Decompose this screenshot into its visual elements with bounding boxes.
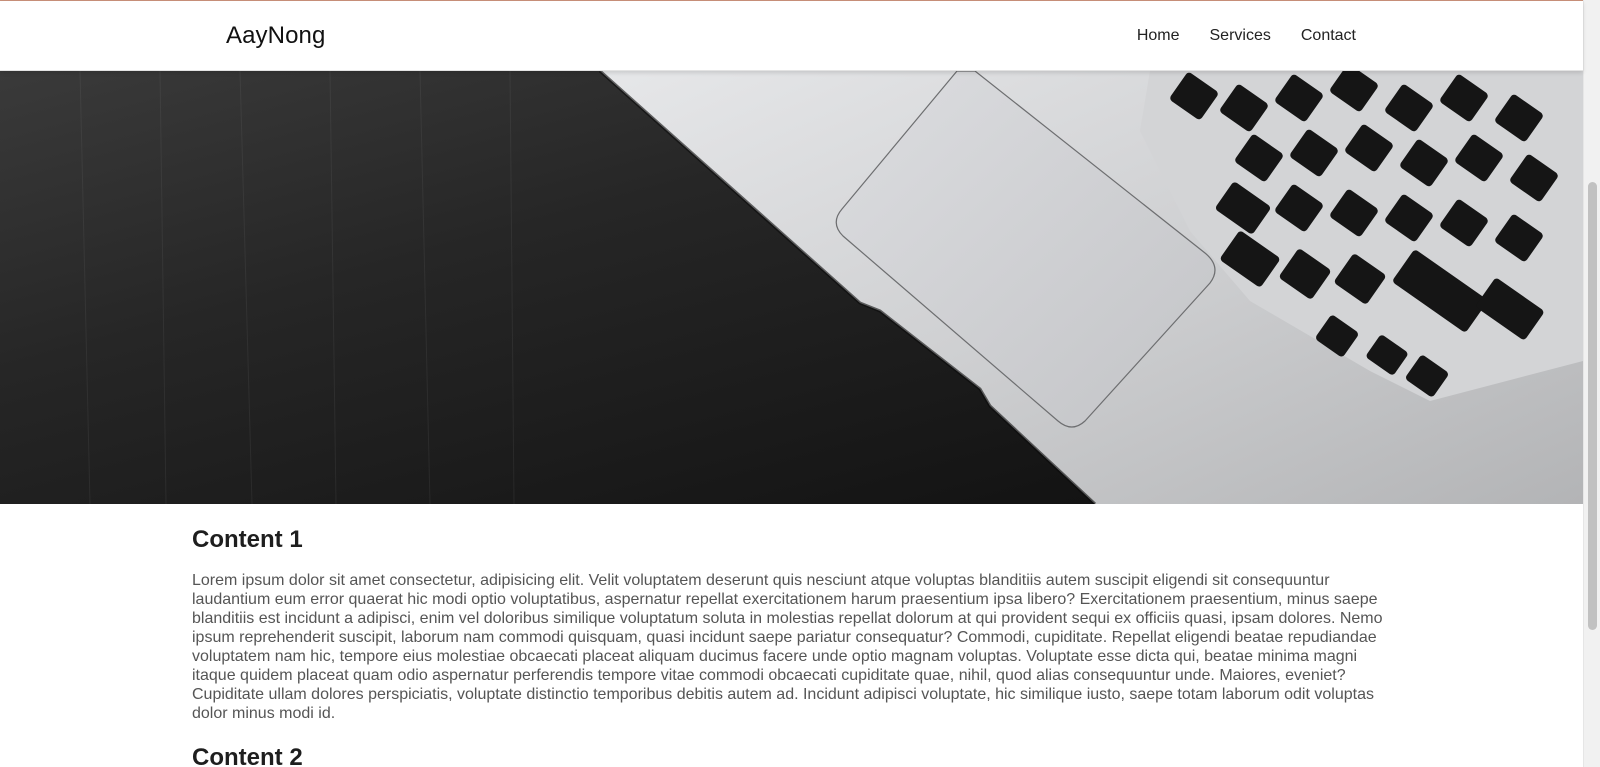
nav-link-contact[interactable]: Contact	[1301, 27, 1356, 45]
nav-link-services[interactable]: Services	[1210, 27, 1271, 45]
nav-link-home[interactable]: Home	[1137, 27, 1180, 45]
section-title-content-1: Content 1	[192, 526, 303, 553]
scrollbar-thumb[interactable]	[1588, 182, 1597, 630]
nav-links: Home Services Contact	[1107, 27, 1356, 45]
brand-logo[interactable]: AayNong	[226, 22, 325, 50]
section-title-content-2: Content 2	[192, 744, 303, 767]
main-content: Content 1 Lorem ipsum dolor sit amet con…	[192, 525, 1392, 767]
hero-laptop-illustration	[0, 71, 1583, 504]
vertical-scrollbar[interactable]	[1583, 0, 1600, 767]
navbar: AayNong Home Services Contact	[0, 1, 1583, 71]
hero-image	[0, 71, 1583, 504]
section-body-content-1: Lorem ipsum dolor sit amet consectetur, …	[192, 572, 1383, 722]
